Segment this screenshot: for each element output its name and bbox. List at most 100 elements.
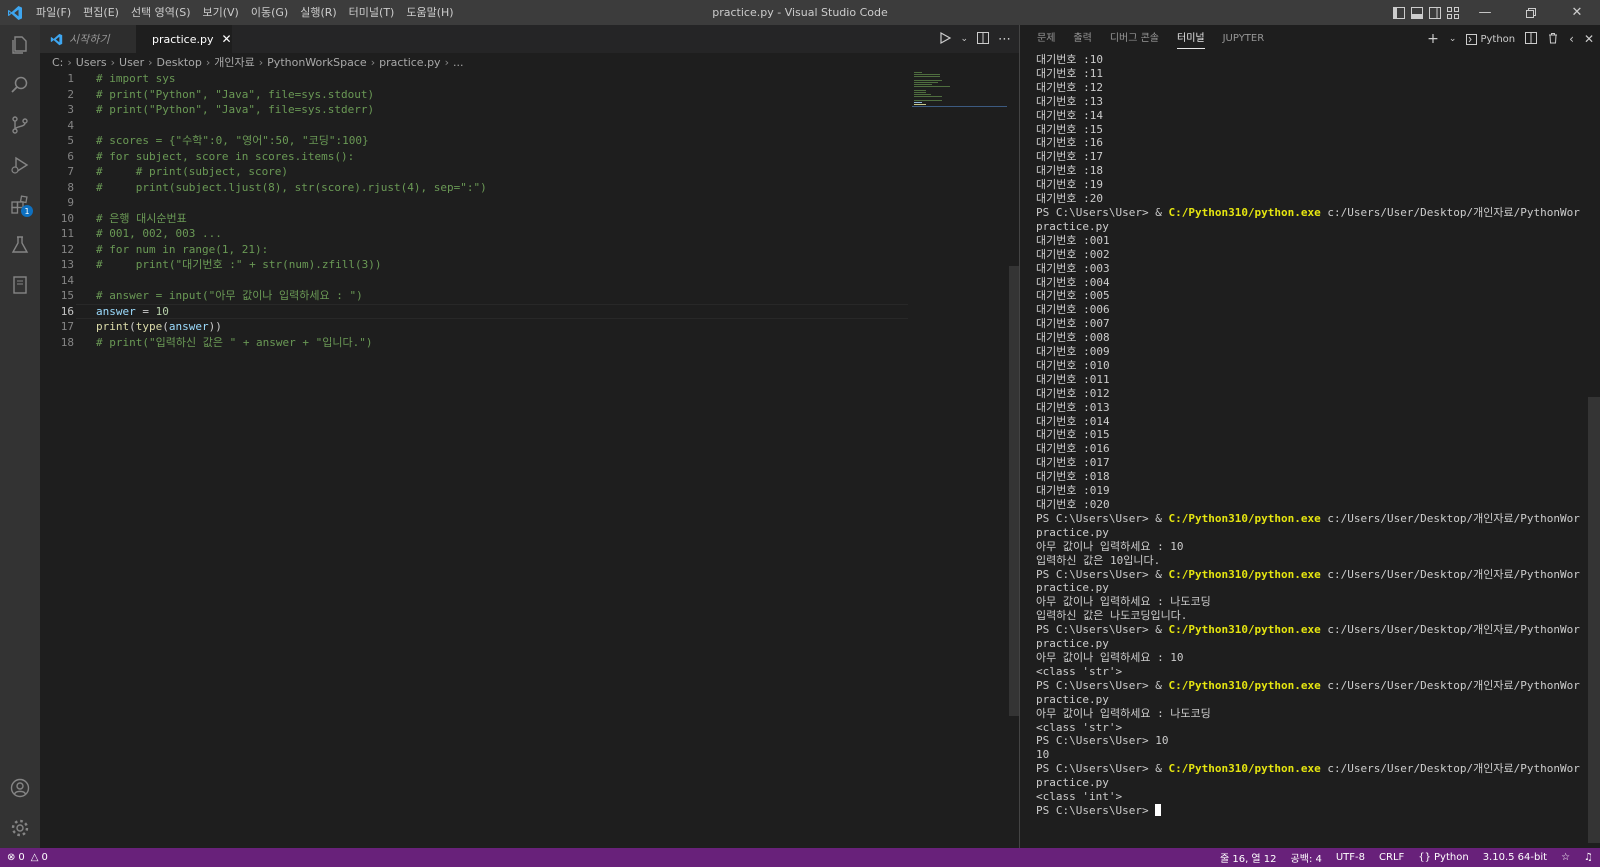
- maximize-panel-chevron-icon[interactable]: ‹: [1569, 32, 1574, 46]
- line-number: 8: [67, 180, 74, 194]
- editor-scrollbar-thumb[interactable]: [1009, 266, 1019, 716]
- minimap[interactable]: [912, 71, 1007, 131]
- python-interpreter[interactable]: 3.10.5 64-bit: [1476, 848, 1554, 867]
- terminal-output-text: 대기번호 :12: [1036, 80, 1103, 94]
- run-python-file-icon[interactable]: [938, 31, 952, 48]
- terminal-shell-selector[interactable]: Python: [1466, 33, 1515, 45]
- terminal-line: 대기번호 :020: [1036, 498, 1581, 512]
- line-text: # print("Python", "Java", file=sys.stder…: [96, 103, 375, 116]
- chevron-right-icon: ›: [205, 55, 211, 69]
- panel-tab[interactable]: 출력: [1064, 25, 1100, 53]
- menu-item[interactable]: 보기(V): [196, 0, 244, 25]
- toggle-primary-sidebar-icon[interactable]: [1390, 0, 1408, 25]
- breadcrumb-item[interactable]: ...: [453, 56, 464, 69]
- kill-terminal-trash-icon[interactable]: [1547, 32, 1559, 47]
- menu-item[interactable]: 이동(G): [245, 0, 294, 25]
- terminal-line: 대기번호 :005: [1036, 289, 1581, 303]
- breadcrumb-item[interactable]: Desktop: [157, 56, 202, 69]
- chevron-right-icon: ›: [444, 55, 449, 69]
- extensions-icon[interactable]: 1: [0, 185, 40, 225]
- code-editor[interactable]: 1 # import sys 2 # print("Python", "Java", …: [40, 71, 910, 848]
- feedback-icon[interactable]: ☆: [1554, 848, 1577, 867]
- breadcrumb-item[interactable]: 개인자료: [214, 54, 254, 70]
- panel-tab[interactable]: 문제: [1028, 25, 1064, 53]
- notifications-bell-icon[interactable]: ♫: [1577, 848, 1600, 867]
- line-text: # 001, 002, 003 ...: [96, 227, 222, 240]
- line-text: # print(subject.ljust(8), str(score).rju…: [96, 180, 487, 194]
- language-label: Python: [1434, 852, 1469, 863]
- run-debug-icon[interactable]: [0, 145, 40, 185]
- chevron-down-icon[interactable]: ⌄: [960, 34, 968, 44]
- menu-item[interactable]: 터미널(T): [343, 0, 401, 25]
- chevron-right-icon: ›: [148, 55, 153, 69]
- end-of-line[interactable]: CRLF: [1372, 848, 1411, 867]
- search-icon[interactable]: [0, 65, 40, 105]
- panel-tab[interactable]: 터미널: [1168, 25, 1214, 53]
- panel-tab[interactable]: 디버그 콘솔: [1101, 25, 1168, 53]
- breadcrumb-item[interactable]: Users: [76, 56, 107, 69]
- error-count: 0: [18, 852, 25, 863]
- code-line: 3 # print("Python", "Java", file=sys.stde…: [40, 102, 910, 118]
- terminal-output-text: 대기번호 :019: [1036, 484, 1110, 498]
- line-number: 15: [60, 289, 74, 302]
- menu-item[interactable]: 편집(E): [77, 0, 125, 25]
- chevron-right-icon: ›: [110, 55, 116, 69]
- terminal-output[interactable]: 대기번호 :10 대기번호 :11 대기번호 :12 대기번호 :13 대기번호 :14…: [1036, 53, 1581, 843]
- terminal-scrollbar[interactable]: [1588, 397, 1600, 843]
- more-actions-icon[interactable]: ⋯: [998, 32, 1011, 47]
- split-terminal-icon[interactable]: [1525, 31, 1538, 47]
- breadcrumb-item[interactable]: practice.py: [379, 56, 440, 69]
- close-window-button[interactable]: ✕: [1554, 0, 1600, 25]
- line-text: print(type(answer)): [96, 320, 222, 333]
- customize-layout-icon[interactable]: [1444, 0, 1462, 25]
- testing-flask-icon[interactable]: [0, 225, 40, 265]
- line-text: # # print(subject, score): [96, 165, 289, 178]
- minimize-button[interactable]: —: [1462, 0, 1508, 25]
- terminal-amp: &: [1155, 623, 1162, 637]
- terminal-output-text: 대기번호 :16: [1036, 136, 1103, 150]
- terminal-line: 10: [1036, 748, 1581, 762]
- encoding[interactable]: UTF-8: [1329, 848, 1372, 867]
- panel-tab[interactable]: JUPYTER: [1214, 25, 1274, 53]
- terminal-exe-path: C:/Python310/python.exe: [1168, 623, 1321, 637]
- indentation[interactable]: 공백: 4: [1284, 848, 1329, 867]
- source-control-icon[interactable]: [0, 105, 40, 145]
- menu-item[interactable]: 도움말(H): [400, 0, 459, 25]
- terminal-output-text: 대기번호 :19: [1036, 178, 1103, 192]
- breadcrumb-item[interactable]: C:: [52, 56, 63, 69]
- language-mode[interactable]: {} Python: [1411, 848, 1475, 867]
- close-tab-icon[interactable]: ✕: [221, 32, 231, 46]
- account-icon[interactable]: [0, 768, 40, 808]
- tab-practice-py[interactable]: practice.py ✕: [136, 25, 232, 53]
- toggle-panel-icon[interactable]: [1408, 0, 1426, 25]
- cursor-position[interactable]: 줄 16, 열 12: [1213, 848, 1284, 867]
- terminal-output-text: 대기번호 :13: [1036, 94, 1103, 108]
- chevron-down-icon[interactable]: ⌄: [1449, 34, 1457, 44]
- breadcrumb-item[interactable]: User: [119, 56, 144, 69]
- terminal-line: 대기번호 :007: [1036, 317, 1581, 331]
- code-line: 11 # 001, 002, 003 ...: [40, 226, 910, 242]
- status-bar: ⊗ 0 △ 0 줄 16, 열 12 공백: 4 UTF-8 CRLF {} P…: [0, 848, 1600, 867]
- new-terminal-icon[interactable]: +: [1427, 31, 1439, 47]
- terminal-output-text: 대기번호 :10: [1036, 53, 1103, 66]
- editor-scrollbar[interactable]: [1007, 71, 1019, 848]
- problems-status[interactable]: ⊗ 0 △ 0: [0, 848, 55, 867]
- menu-item[interactable]: 실행(R): [294, 0, 342, 25]
- tab-welcome[interactable]: 시작하기: [40, 25, 136, 53]
- toggle-secondary-sidebar-icon[interactable]: [1426, 0, 1444, 25]
- split-editor-icon[interactable]: [976, 31, 990, 48]
- restore-button[interactable]: [1508, 0, 1554, 25]
- terminal-script-path: c:/Users/User/Desktop/개인자료/PythonWorkSpa…: [1327, 205, 1581, 219]
- menu-item[interactable]: 선택 영역(S): [125, 0, 197, 25]
- menu-item[interactable]: 파일(F): [30, 0, 77, 25]
- explorer-icon[interactable]: [0, 25, 40, 65]
- terminal-output-text: 아무 값이나 입력하세요 : 10: [1036, 539, 1184, 553]
- line-text: # print("Python", "Java", file=sys.stdou…: [96, 87, 375, 101]
- jupyter-notebook-icon[interactable]: [0, 265, 40, 305]
- close-panel-icon[interactable]: ✕: [1584, 32, 1594, 46]
- terminal-icon: [1466, 33, 1478, 45]
- breadcrumb-item[interactable]: PythonWorkSpace: [267, 56, 367, 69]
- terminal-line: PS C:\Users\User> & C:/Python310/python.…: [1036, 206, 1581, 220]
- settings-gear-icon[interactable]: [0, 808, 40, 848]
- line-text: # print("입력하신 값은 " + answer + "입니다."): [96, 335, 373, 349]
